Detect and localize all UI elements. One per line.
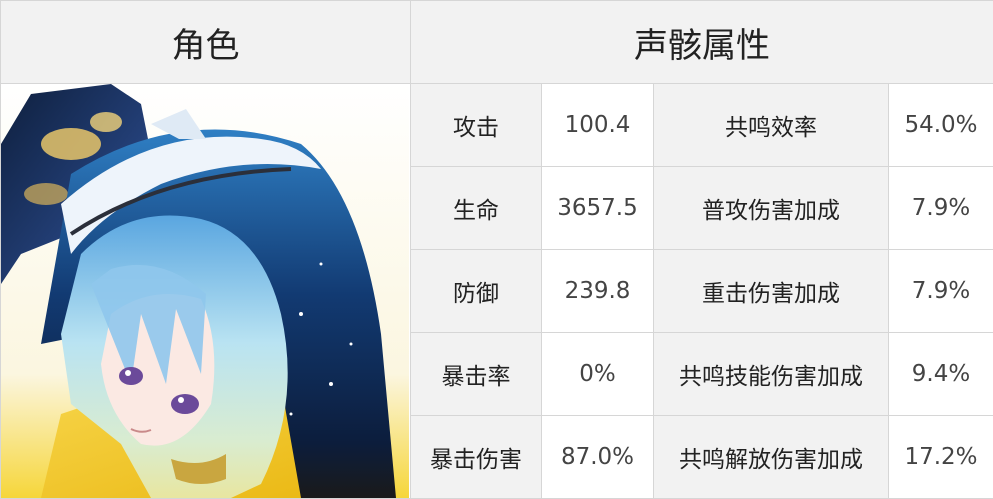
bonus-label-heavy-attack-dmg: 重击伤害加成 <box>654 250 889 333</box>
stat-label-atk: 攻击 <box>411 84 542 167</box>
bonus-label-energy-regen: 共鸣效率 <box>654 84 889 167</box>
stat-value-hp: 3657.5 <box>542 167 654 250</box>
bonus-value-basic-attack-dmg: 7.9% <box>889 167 993 250</box>
stat-value-atk: 100.4 <box>542 84 654 167</box>
stat-value-def: 239.8 <box>542 250 654 333</box>
table-row: 攻击 100.4 共鸣效率 54.0% <box>1 84 993 167</box>
character-portrait-cell <box>1 84 411 499</box>
echo-attributes-header: 声骸属性 <box>411 1 993 84</box>
bonus-value-energy-regen: 54.0% <box>889 84 993 167</box>
bonus-label-liberation-dmg: 共鸣解放伤害加成 <box>654 416 889 499</box>
stat-label-crit-rate: 暴击率 <box>411 333 542 416</box>
bonus-value-liberation-dmg: 17.2% <box>889 416 993 499</box>
stat-value-crit-dmg: 87.0% <box>542 416 654 499</box>
stat-label-hp: 生命 <box>411 167 542 250</box>
character-column-header: 角色 <box>1 1 411 84</box>
bonus-label-skill-dmg: 共鸣技能伤害加成 <box>654 333 889 416</box>
bonus-value-skill-dmg: 9.4% <box>889 333 993 416</box>
stat-label-def: 防御 <box>411 250 542 333</box>
bonus-value-heavy-attack-dmg: 7.9% <box>889 250 993 333</box>
echo-stats-panel: 角色 声骸属性 <box>0 0 993 498</box>
stat-value-crit-rate: 0% <box>542 333 654 416</box>
stats-table: 角色 声骸属性 <box>0 0 993 499</box>
header-row: 角色 声骸属性 <box>1 1 993 84</box>
stat-label-crit-dmg: 暴击伤害 <box>411 416 542 499</box>
bonus-label-basic-attack-dmg: 普攻伤害加成 <box>654 167 889 250</box>
character-portrait <box>1 84 409 498</box>
